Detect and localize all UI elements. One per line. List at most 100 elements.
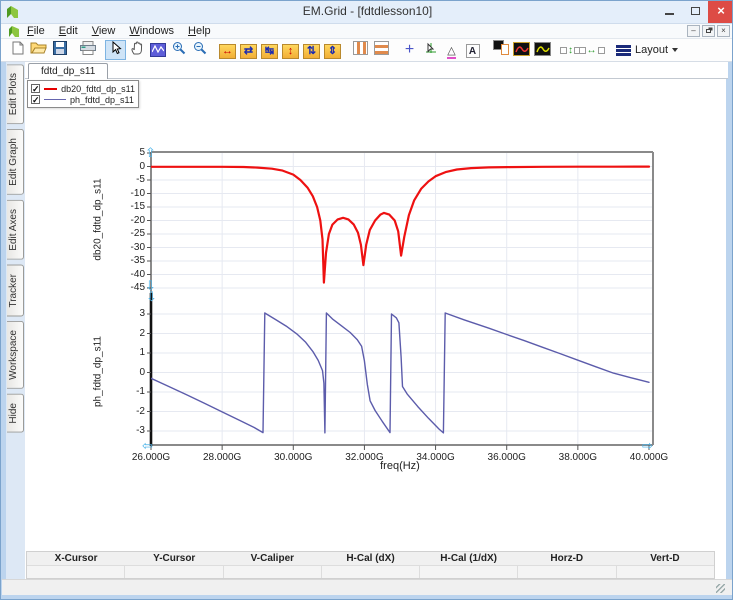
pan-icon: [130, 41, 144, 60]
menu-edit[interactable]: Edit: [59, 25, 78, 37]
cross-cursor-icon: +: [404, 41, 415, 58]
legend-item[interactable]: ✓ db20_fdtd_dp_s11: [31, 83, 135, 94]
vertical-bars-icon: [353, 40, 368, 60]
sidebar: Edit Plots Edit Graph Edit Axes Tracker …: [6, 62, 25, 579]
select-button[interactable]: [105, 40, 126, 60]
lower-y-tick-label: 2: [139, 327, 145, 339]
open-button[interactable]: [28, 40, 49, 60]
upper-axis-top-handle[interactable]: ⇧: [145, 146, 156, 159]
lower-y-tick-label: 0: [139, 366, 145, 378]
zoom-out-button[interactable]: [189, 40, 210, 60]
zoom-box-button[interactable]: [147, 40, 168, 60]
header-h-cal-dx: H-Cal (dX): [346, 553, 395, 564]
mdi-close-button[interactable]: ×: [717, 25, 730, 37]
plot-dark-red-icon: [513, 41, 530, 59]
legend-line-sample: [44, 99, 66, 100]
x-shrink-icon: ⇄: [240, 41, 257, 59]
sidebar-tab-edit-axes[interactable]: Edit Axes: [7, 200, 24, 260]
x-expand-button[interactable]: ↔: [217, 40, 238, 60]
x-tick-label: 38.000G: [558, 452, 598, 463]
save-icon: [52, 40, 67, 60]
sidebar-tab-hide[interactable]: Hide: [7, 394, 24, 433]
menu-view[interactable]: View: [92, 25, 116, 37]
horizontal-bars-button[interactable]: [371, 40, 392, 60]
x-fit-button[interactable]: ↹: [259, 40, 280, 60]
resize-grip[interactable]: [716, 584, 725, 593]
x-tick-label: 28.000G: [202, 452, 242, 463]
title-bar[interactable]: EM.Grid - [fdtdlesson10] ×: [1, 1, 732, 24]
upper-y-tick-label: -40: [130, 268, 145, 280]
lower-y-tick-label: -1: [136, 386, 145, 397]
app-window: EM.Grid - [fdtdlesson10] × File Edit View W…: [0, 0, 733, 600]
header-h-cal-1dx: H-Cal (1/dX): [440, 553, 497, 564]
cell-horz-d: [518, 566, 617, 578]
save-button[interactable]: [49, 40, 70, 60]
minimize-button[interactable]: [656, 1, 682, 23]
sidebar-tab-tracker[interactable]: Tracker: [7, 264, 24, 317]
x-axis-right-handle[interactable]: ⇨: [642, 439, 653, 452]
lower-y-tick-label: -2: [136, 405, 145, 417]
chart-canvas[interactable]: [141, 146, 661, 462]
menu-file[interactable]: File: [27, 25, 45, 37]
equal-h-space-button[interactable]: ↔: [578, 40, 605, 60]
mdi-restore-button[interactable]: [702, 25, 715, 37]
x-shrink-button[interactable]: ⇄: [238, 40, 259, 60]
lower-y-axis-label: ph_fdtd_dp_s11: [92, 336, 104, 407]
sidebar-tab-edit-graph[interactable]: Edit Graph: [7, 129, 24, 196]
plot-dark-yellow-icon: [534, 41, 551, 59]
upper-y-axis-label: db20_fdtd_dp_s11: [92, 178, 104, 261]
window-title: EM.Grid - [fdtdlesson10]: [302, 4, 433, 18]
y-expand-button[interactable]: ↕: [280, 40, 301, 60]
cursor-table-header: X-Cursor Y-Cursor V-Caliper H-Cal (dX) H…: [27, 552, 714, 565]
menu-windows[interactable]: Windows: [129, 25, 174, 37]
tracker-button[interactable]: [420, 40, 441, 60]
plot-dark-red-button[interactable]: [511, 40, 532, 60]
print-icon: [79, 40, 96, 60]
copy-plot-button[interactable]: [490, 40, 511, 60]
layout-icon: [616, 44, 631, 56]
menu-bar: File Edit View Windows Help – ×: [1, 24, 732, 39]
legend-item[interactable]: ✓ ph_fdtd_dp_s11: [31, 94, 135, 105]
tab-fdtd-dp-s11[interactable]: fdtd_dp_s11: [28, 63, 109, 79]
upper-y-tick-label: -20: [130, 214, 145, 226]
y-fit-button[interactable]: ⇕: [322, 40, 343, 60]
legend-checkbox[interactable]: ✓: [31, 95, 40, 105]
close-button[interactable]: ×: [708, 1, 732, 23]
layout-button[interactable]: Layout: [610, 42, 684, 58]
series-curve: [151, 165, 651, 284]
mdi-minimize-button[interactable]: –: [687, 25, 700, 37]
sidebar-tab-edit-plots[interactable]: Edit Plots: [7, 64, 24, 125]
upper-y-tick-label: 5: [139, 147, 145, 158]
print-button[interactable]: [77, 40, 98, 60]
delta-caliper-button[interactable]: △: [441, 40, 462, 60]
y-expand-icon: ↕: [282, 41, 299, 59]
upper-y-tick-label: -15: [130, 201, 145, 212]
header-vert-d: Vert-D: [650, 553, 680, 564]
vertical-bars-button[interactable]: [350, 40, 371, 60]
lower-y-tick-label: 1: [139, 347, 145, 358]
menu-help[interactable]: Help: [188, 25, 211, 37]
window-border-right: [726, 62, 732, 599]
legend-checkbox[interactable]: ✓: [31, 84, 40, 94]
x-expand-icon: ↔: [219, 41, 236, 59]
x-axis-left-handle[interactable]: ⇦: [142, 439, 153, 452]
x-tick-label: 26.000G: [131, 452, 171, 463]
y-shrink-button[interactable]: ⇅: [301, 40, 322, 60]
plot-dark-yellow-button[interactable]: [532, 40, 553, 60]
new-button[interactable]: [7, 40, 28, 60]
maximize-button[interactable]: [682, 1, 708, 23]
annotation-button[interactable]: A: [462, 40, 483, 60]
zoom-in-button[interactable]: [168, 40, 189, 60]
lower-axis-top-handle[interactable]: ⇩: [146, 290, 157, 303]
lower-y-tick-label: 3: [139, 308, 145, 319]
upper-y-tick-label: -45: [130, 282, 145, 293]
equal-h-space-icon: ↔: [578, 41, 605, 59]
cross-cursor-button[interactable]: +: [399, 40, 420, 60]
cell-vert-d: [616, 566, 714, 578]
tracker-icon: [424, 41, 438, 60]
sidebar-tab-workspace[interactable]: Workspace: [7, 321, 24, 390]
pan-button[interactable]: [126, 40, 147, 60]
horizontal-bars-icon: [374, 40, 389, 60]
copy-plot-icon: [492, 40, 509, 60]
select-icon: [110, 40, 122, 60]
